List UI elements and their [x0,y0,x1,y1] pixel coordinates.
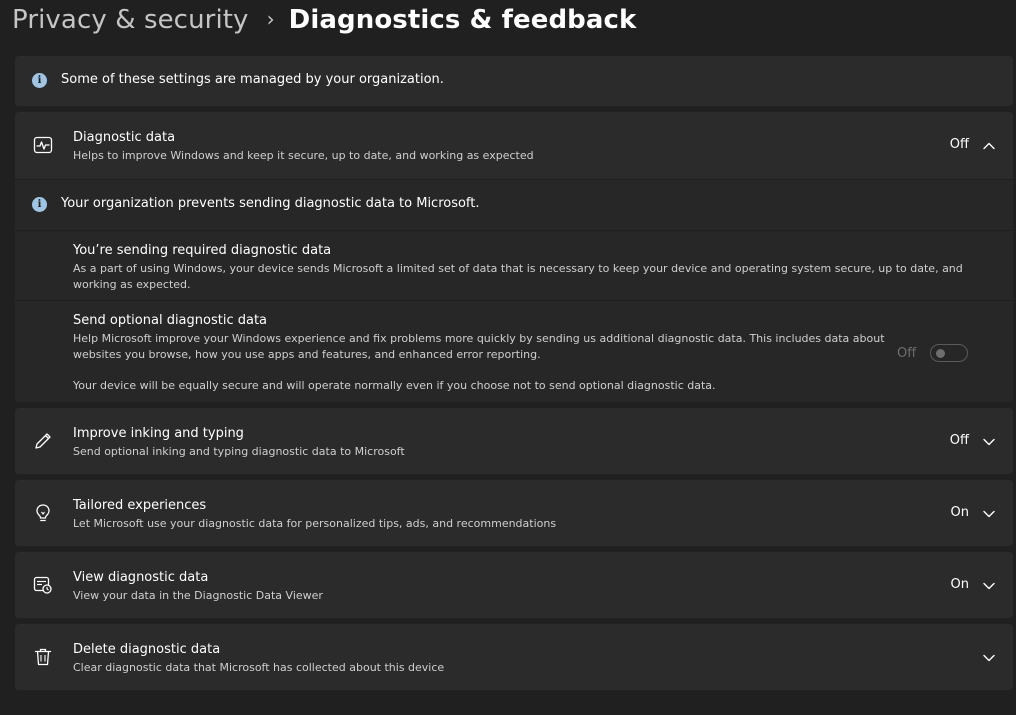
tailored-experiences-state: On [950,505,969,520]
inking-typing-state: Off [949,433,969,448]
required-data-description: As a part of using Windows, your device … [73,262,963,291]
optional-data-note: Your device will be equally secure and w… [73,379,716,392]
optional-data-section: Send optional diagnostic data Help Micro… [15,301,1013,402]
trash-icon [34,648,52,666]
required-data-section: You’re sending required diagnostic data … [15,231,1013,300]
chevron-down-icon[interactable] [982,435,996,449]
inking-typing-title: Improve inking and typing [73,426,244,441]
optional-data-title: Send optional diagnostic data [73,313,268,328]
lightbulb-icon [36,504,50,522]
view-diagnostic-data-state: On [950,577,969,592]
delete-diagnostic-data-title: Delete diagnostic data [73,642,221,657]
delete-diagnostic-data-row[interactable]: Delete diagnostic data Clear diagnostic … [15,624,1013,690]
managed-notice-bar: i Some of these settings are managed by … [15,56,1013,106]
breadcrumb-separator: › [266,7,275,31]
data-viewer-icon [33,576,52,594]
optional-toggle-label: Off [897,346,917,361]
tailored-experiences-title: Tailored experiences [73,498,207,513]
optional-data-toggle[interactable] [930,344,968,362]
inking-typing-row[interactable]: Improve inking and typing Send optional … [15,408,1013,474]
diagnostic-data-title: Diagnostic data [73,130,176,145]
chevron-up-icon[interactable] [982,139,996,153]
tailored-experiences-description: Let Microsoft use your diagnostic data f… [73,517,557,530]
inking-typing-description: Send optional inking and typing diagnost… [73,445,405,458]
diagnostic-data-description: Helps to improve Windows and keep it sec… [73,149,534,162]
required-data-title: You’re sending required diagnostic data [73,243,332,258]
page-title: Diagnostics & feedback [288,5,637,35]
org-prevents-text: Your organization prevents sending diagn… [61,196,480,211]
settings-page: Privacy & security › Diagnostics & feedb… [0,0,1016,715]
breadcrumb: Privacy & security › Diagnostics & feedb… [12,0,636,40]
toggle-knob [936,349,945,358]
breadcrumb-parent-link[interactable]: Privacy & security [12,5,249,35]
diagnostic-data-header[interactable]: Diagnostic data Helps to improve Windows… [15,112,1013,179]
org-prevents-notice: i Your organization prevents sending dia… [15,180,1013,230]
tailored-experiences-row[interactable]: Tailored experiences Let Microsoft use y… [15,480,1013,546]
info-icon: i [32,197,47,212]
view-diagnostic-data-title: View diagnostic data [73,570,209,585]
chevron-down-icon[interactable] [982,651,996,665]
managed-notice-text: Some of these settings are managed by yo… [61,72,444,87]
info-icon: i [32,73,47,88]
activity-monitor-icon [33,136,53,154]
chevron-down-icon[interactable] [982,507,996,521]
delete-diagnostic-data-description: Clear diagnostic data that Microsoft has… [73,661,445,674]
pen-icon [35,433,51,449]
diagnostic-data-state: Off [949,137,969,152]
optional-data-description: Help Microsoft improve your Windows expe… [73,332,885,361]
chevron-down-icon[interactable] [982,579,996,593]
view-diagnostic-data-description: View your data in the Diagnostic Data Vi… [73,589,323,602]
view-diagnostic-data-row[interactable]: View diagnostic data View your data in t… [15,552,1013,618]
